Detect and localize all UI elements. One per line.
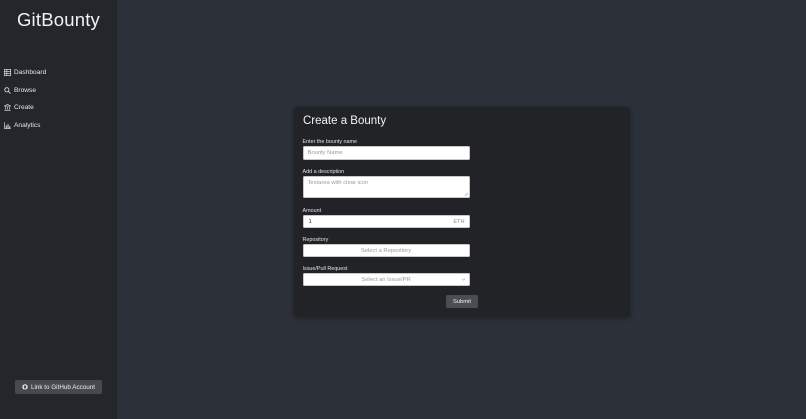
bar-chart-icon [4, 122, 11, 129]
sidebar-item-browse[interactable]: Browse [0, 82, 117, 100]
issue-placeholder: Select an Issue/PR [361, 276, 411, 283]
description-label: Add a description [302, 169, 345, 175]
description-placeholder: Textarea with clear icon [307, 180, 369, 186]
sidebar-item-dashboard[interactable]: Dashboard [0, 64, 117, 82]
submit-button[interactable]: Submit [446, 295, 478, 308]
github-icon [22, 384, 28, 390]
page-title: Create a Bounty [303, 115, 387, 127]
amount-label: Amount [302, 208, 322, 214]
create-bounty-card: Create a Bounty Enter the bounty name Bo… [294, 107, 630, 317]
description-textarea[interactable]: Textarea with clear icon [302, 176, 470, 198]
amount-unit: ETH [453, 218, 465, 225]
bounty-name-label: Enter the bounty name [302, 139, 358, 145]
resize-handle-icon[interactable] [463, 192, 468, 196]
app-root: GitBounty Dashboard Browse Create Analyt… [0, 0, 806, 419]
amount-input[interactable]: 1 ETH [302, 215, 470, 228]
sidebar-item-label: Analytics [14, 121, 41, 129]
sidebar-item-label: Create [14, 104, 34, 112]
bounty-name-input[interactable]: Bounty Name [302, 146, 470, 160]
sidebar-item-create[interactable]: Create [0, 99, 117, 117]
issue-label: Issue/Pull Request [302, 266, 348, 272]
amount-value: 1 [308, 218, 312, 225]
sidebar-item-label: Browse [14, 86, 36, 94]
link-github-label: Link to GitHub Account [30, 383, 96, 391]
repository-label: Repository [302, 237, 329, 243]
issue-select[interactable]: Select an Issue/PR [302, 273, 470, 286]
sidebar: GitBounty Dashboard Browse Create Analyt… [0, 0, 117, 419]
search-icon [4, 87, 11, 94]
grid-icon [4, 69, 11, 77]
sidebar-nav: Dashboard Browse Create Analytics [0, 64, 117, 134]
chevron-down-icon [461, 278, 465, 281]
bank-icon [4, 104, 11, 111]
link-github-button[interactable]: Link to GitHub Account [15, 380, 102, 394]
sidebar-item-label: Dashboard [14, 69, 47, 77]
sidebar-item-analytics[interactable]: Analytics [0, 117, 117, 135]
bounty-name-placeholder: Bounty Name [307, 150, 343, 156]
app-title: GitBounty [16, 9, 101, 30]
repository-select[interactable]: Select a Repository [302, 244, 470, 257]
repository-placeholder: Select a Repository [360, 247, 412, 254]
